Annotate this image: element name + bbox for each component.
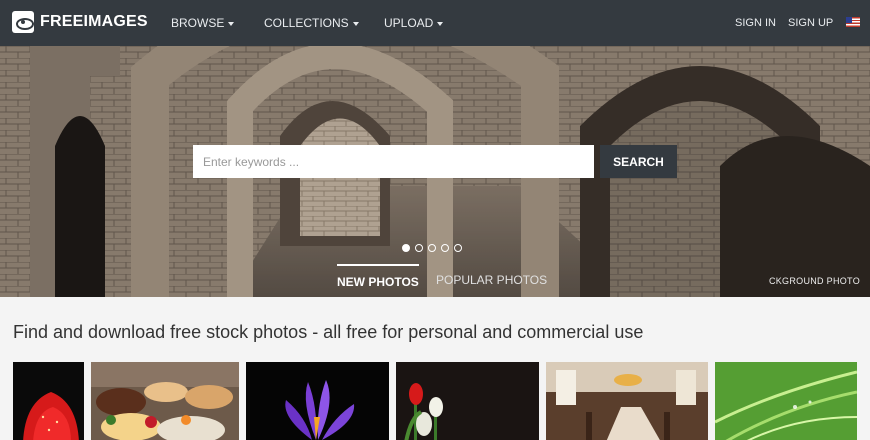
pastries-image [91,362,239,440]
thumbnail-tulips[interactable] [396,362,539,440]
hero-banner: SEARCH NEW PHOTOS POPULAR PHOTOS CKGROUN… [0,46,870,297]
carousel-dot-2[interactable] [415,244,423,252]
camera-eye-icon [12,11,34,33]
us-flag-icon[interactable] [846,17,860,27]
tab-popular-photos[interactable]: POPULAR PHOTOS [436,264,547,297]
chevron-down-icon [228,21,235,26]
carousel-dot-3[interactable] [428,244,436,252]
nav-upload-label: UPLOAD [384,16,434,30]
thumbnail-purple-crocus[interactable] [246,362,389,440]
carousel-dot-1[interactable] [402,244,410,252]
carousel-dot-5[interactable] [454,244,462,252]
top-navbar: FREEIMAGES BROWSE COLLECTIONS UPLOAD SIG… [0,0,870,46]
search-input[interactable] [193,145,594,178]
green-plant-image [715,362,857,440]
sign-in-link[interactable]: SIGN IN [735,0,776,46]
thumbnail-green-plant[interactable] [715,362,857,440]
tulips-image [396,362,539,440]
chevron-down-icon [352,21,359,26]
carousel-dot-4[interactable] [441,244,449,252]
sign-up-link[interactable]: SIGN UP [788,0,833,46]
chevron-down-icon [437,21,444,26]
nav-collections-label: COLLECTIONS [264,16,349,30]
background-photo-credit[interactable]: CKGROUND PHOTO [769,276,860,286]
page-tagline: Find and download free stock photos - al… [13,322,644,342]
thumbnail-dining-room[interactable] [546,362,708,440]
tab-new-photos[interactable]: NEW PHOTOS [337,264,419,297]
nav-upload[interactable]: UPLOAD [384,0,444,46]
dining-room-image [546,362,708,440]
nav-browse-label: BROWSE [171,16,225,30]
nav-browse[interactable]: BROWSE [171,0,235,46]
nav-collections[interactable]: COLLECTIONS [264,0,359,46]
logo[interactable]: FREEIMAGES [12,11,148,33]
thumbnail-strawberry[interactable] [13,362,84,440]
carousel-dots [402,244,462,252]
strawberry-image [13,362,84,440]
thumbnail-pastries[interactable] [91,362,239,440]
purple-crocus-image [246,362,389,440]
search-button[interactable]: SEARCH [600,145,677,178]
logo-text: FREEIMAGES [40,13,148,30]
